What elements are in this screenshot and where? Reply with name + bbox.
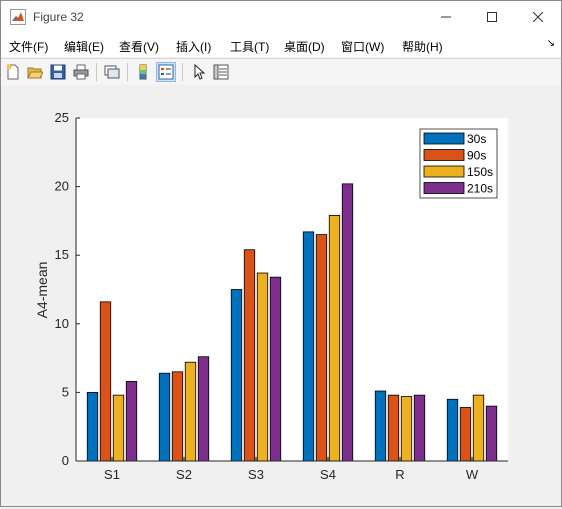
toolbar-separator <box>127 63 128 81</box>
legend-label-30s: 30s <box>467 132 486 146</box>
bar-90s-S3[interactable] <box>243 249 256 462</box>
title-bar[interactable]: Figure 32 <box>1 1 561 33</box>
legend-label-150s: 150s <box>467 165 493 179</box>
y-tick-label: 15 <box>55 247 69 262</box>
insert-colorbar-icon <box>139 64 147 80</box>
bar-30s-S4[interactable] <box>302 231 315 462</box>
property-inspector-icon <box>213 64 229 80</box>
bar-90s-S2[interactable] <box>171 371 184 462</box>
y-axis-label: A4-mean <box>34 262 50 319</box>
close-button[interactable] <box>515 1 561 33</box>
maximize-icon <box>487 12 497 22</box>
legend-label-210s: 210s <box>467 182 493 196</box>
menu-file[interactable]: 文件(F) <box>9 38 48 55</box>
open-file-button[interactable] <box>25 62 45 82</box>
bar-30s-S3[interactable] <box>230 289 243 462</box>
bar-150s-S4[interactable] <box>328 215 341 462</box>
legend-label-90s: 90s <box>467 149 486 163</box>
bar-210s-S1[interactable] <box>125 381 138 462</box>
menu-edit[interactable]: 编辑(E) <box>64 38 104 55</box>
bar-90s-S4[interactable] <box>315 234 328 462</box>
bar-210s-S2[interactable] <box>197 356 210 462</box>
edit-plot-cursor-icon <box>194 64 206 80</box>
x-tick-label: S2 <box>176 467 192 482</box>
legend-swatch-30s <box>423 132 465 145</box>
edit-plot-button[interactable] <box>189 62 209 82</box>
bar-30s-S2[interactable] <box>158 372 171 462</box>
print-button[interactable] <box>71 62 91 82</box>
bar-150s-R[interactable] <box>400 396 413 462</box>
window-title: Figure 32 <box>33 10 84 24</box>
new-figure-button[interactable] <box>3 62 23 82</box>
bar-210s-S4[interactable] <box>341 183 354 462</box>
insert-legend-icon <box>158 64 174 80</box>
figure-canvas: 0 5 10 15 20 25 S1 S2 S3 S4 R W A4-mean 30s 90s 150s 2… <box>1 85 561 506</box>
insert-colorbar-button[interactable] <box>134 62 154 82</box>
insert-legend-button[interactable] <box>156 62 176 82</box>
x-tick-label: S3 <box>248 467 264 482</box>
new-figure-icon <box>6 64 19 80</box>
minimize-icon <box>441 16 451 18</box>
bar-30s-W[interactable] <box>446 398 459 462</box>
y-tick-label: 20 <box>55 179 69 194</box>
menu-help[interactable]: 帮助(H) <box>402 38 443 55</box>
toolbar-separator <box>182 63 183 81</box>
bar-210s-W[interactable] <box>485 405 498 462</box>
bar-150s-S3[interactable] <box>256 272 269 462</box>
figure-toolbar <box>1 58 561 86</box>
legend-swatch-150s <box>423 165 465 178</box>
close-icon <box>533 12 543 22</box>
bar-90s-R[interactable] <box>387 394 400 462</box>
x-tick-label: R <box>395 467 404 482</box>
menu-tools[interactable]: 工具(T) <box>230 38 269 55</box>
y-tick-label: 5 <box>62 384 69 399</box>
x-tick-label: S4 <box>320 467 336 482</box>
menu-bar: 文件(F) 编辑(E) 查看(V) 插入(I) 工具(T) 桌面(D) 窗口(W… <box>1 33 561 57</box>
menu-window[interactable]: 窗口(W) <box>341 38 384 55</box>
legend-swatch-90s <box>423 149 465 161</box>
dock-arrow-icon[interactable]: ↘ <box>547 38 555 49</box>
save-button[interactable] <box>48 62 68 82</box>
x-tick-label: W <box>466 467 479 482</box>
bar-90s-W[interactable] <box>459 407 472 462</box>
print-icon <box>73 64 89 80</box>
y-tick-label: 25 <box>55 110 69 125</box>
link-plot-button[interactable] <box>102 62 122 82</box>
x-tick-label: S1 <box>104 467 120 482</box>
bar-90s-S1[interactable] <box>99 301 112 462</box>
maximize-button[interactable] <box>469 1 515 33</box>
bar-30s-R[interactable] <box>374 390 387 462</box>
y-tick-label: 10 <box>55 316 69 331</box>
figure-window: Figure 32 文件(F) 编辑(E) 查看(V) 插入(I) 工具(T) … <box>0 0 562 507</box>
legend-swatch-210s <box>423 182 465 194</box>
bar-150s-W[interactable] <box>472 394 485 462</box>
toolbar-separator <box>96 63 97 81</box>
legend[interactable]: 30s 90s 150s 210s <box>419 128 498 199</box>
bar-150s-S2[interactable] <box>184 361 197 462</box>
link-plot-icon <box>104 65 120 79</box>
menu-insert[interactable]: 插入(I) <box>176 38 211 55</box>
property-inspector-button[interactable] <box>211 62 231 82</box>
minimize-button[interactable] <box>423 1 469 33</box>
bar-chart[interactable]: 0 5 10 15 20 25 S1 S2 S3 S4 R W A4-mean 30s 90s 150s 2… <box>1 85 561 506</box>
menu-view[interactable]: 查看(V) <box>119 38 159 55</box>
save-icon <box>50 64 66 80</box>
y-tick-label: 0 <box>62 453 69 468</box>
open-file-icon <box>27 67 43 79</box>
bar-210s-S3[interactable] <box>269 276 282 462</box>
menu-desktop[interactable]: 桌面(D) <box>284 38 325 55</box>
bar-30s-S1[interactable] <box>86 391 99 462</box>
matlab-logo-icon <box>10 9 26 25</box>
bar-210s-R[interactable] <box>413 394 426 462</box>
bar-150s-S1[interactable] <box>112 394 125 462</box>
